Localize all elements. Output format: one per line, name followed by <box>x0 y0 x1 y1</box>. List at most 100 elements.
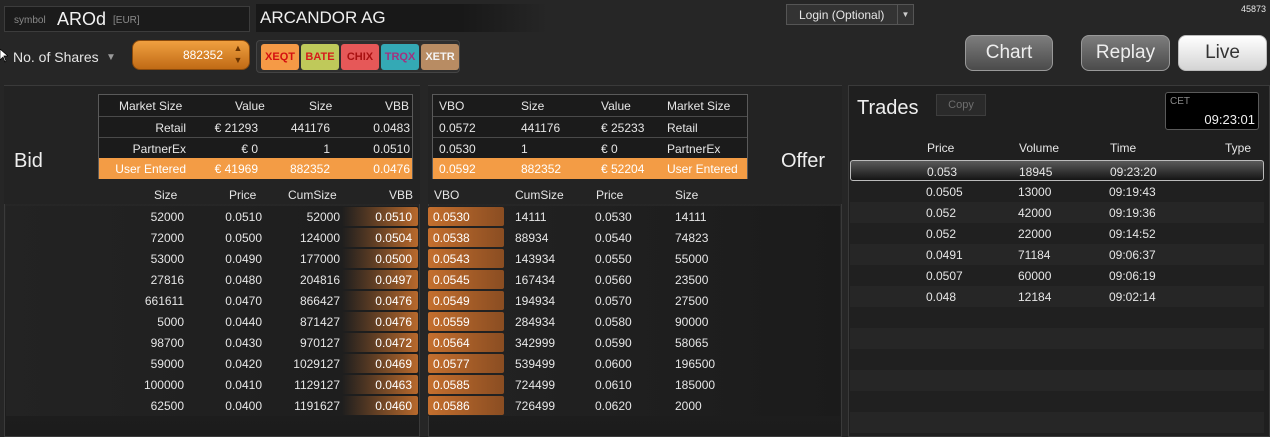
stepper-down-icon[interactable]: ▼ <box>231 55 245 67</box>
price-cell: 0.0430 <box>225 336 262 350</box>
chart-button[interactable]: Chart <box>965 35 1053 71</box>
company-name: ARCANDOR AG <box>260 8 386 27</box>
shares-value[interactable]: 882352 <box>183 48 223 62</box>
column-header: Market Size <box>119 99 183 113</box>
bid-summary-row-user-entered: User Entered € 41969 882352 0.0476 <box>99 158 412 179</box>
trade-time-cell: 09:19:36 <box>1109 206 1156 220</box>
column-header: VBB <box>389 188 414 202</box>
price-cell: 0.0480 <box>225 273 262 287</box>
bid-ladder-row[interactable]: 98700 0.0430 970127 0.0472 <box>6 332 418 353</box>
bid-ladder-row[interactable]: 72000 0.0500 124000 0.0504 <box>6 227 418 248</box>
bid-ladder-row[interactable]: 52000 0.0510 52000 0.0510 <box>6 206 418 227</box>
cumsize-cell: 871427 <box>299 315 340 329</box>
offer-ladder-row[interactable]: 0.0586 726499 0.0620 2000 <box>428 395 840 416</box>
offer-ladder-row[interactable]: 0.0530 14111 0.0530 14111 <box>428 206 840 227</box>
vbb-cell: 0.0476 <box>375 315 412 329</box>
offer-ladder-row[interactable]: 0.0545 167434 0.0560 23500 <box>428 269 840 290</box>
bid-summary-table: Market Size Value Size VBB Retail € 2129… <box>98 94 413 179</box>
empty-trade-row <box>850 370 1264 391</box>
vbo-cell: 0.0572 <box>439 121 476 135</box>
column-header: VBO <box>439 99 465 113</box>
exchange-button-bate[interactable]: BATE <box>301 44 339 70</box>
vbo-cell: 0.0530 <box>433 210 470 224</box>
bid-summary-row: Retail € 21293 441176 0.0483 <box>99 116 412 137</box>
exchange-button-xetr[interactable]: XETR <box>421 44 459 70</box>
cumsize-cell: 88934 <box>515 231 549 245</box>
offer-ladder-row[interactable]: 0.0559 284934 0.0580 90000 <box>428 311 840 332</box>
symbol-field[interactable]: symbol AROd [EUR] <box>4 6 250 32</box>
bid-summary-header: Market Size Value Size VBB <box>99 95 412 116</box>
bid-ladder-row[interactable]: 100000 0.0410 1129127 0.0463 <box>6 374 418 395</box>
trade-time-cell: 09:19:43 <box>1109 185 1156 199</box>
bid-ladder-row[interactable]: 27816 0.0480 204816 0.0497 <box>6 269 418 290</box>
vbb-cell: 0.0497 <box>375 273 412 287</box>
value-cell: € 0 <box>241 142 258 156</box>
vbb-cell: 0.0510 <box>375 210 412 224</box>
exchange-button-chix[interactable]: CHIX <box>341 44 379 70</box>
trade-time-cell: 09:02:14 <box>1109 290 1156 304</box>
market-size-cell: PartnerEx <box>132 142 186 156</box>
replay-button[interactable]: Replay <box>1081 35 1170 71</box>
exchange-button-xeqt[interactable]: XEQT <box>261 44 299 70</box>
size-cell: 882352 <box>289 162 330 176</box>
size-cell: 74823 <box>675 231 709 245</box>
size-cell: 27500 <box>675 294 709 308</box>
bid-ladder-row[interactable]: 5000 0.0440 871427 0.0476 <box>6 311 418 332</box>
shares-quantity-stepper[interactable]: 882352 ▲ ▼ <box>132 40 250 70</box>
cumsize-cell: 204816 <box>299 273 340 287</box>
offer-ladder-row[interactable]: 0.0577 539499 0.0600 196500 <box>428 353 840 374</box>
market-size-cell: Retail <box>155 121 186 135</box>
size-cell: 55000 <box>675 252 709 266</box>
stepper-up-icon[interactable]: ▲ <box>231 43 245 55</box>
bid-ladder-row[interactable]: 62500 0.0400 1191627 0.0460 <box>6 395 418 416</box>
symbol-value[interactable]: AROd <box>57 9 106 30</box>
column-header: Size <box>675 188 699 202</box>
size-cell: 441176 <box>521 121 561 135</box>
value-cell: € 21293 <box>214 121 258 135</box>
copy-button[interactable]: Copy <box>936 94 986 116</box>
vbo-cell: 0.0538 <box>433 231 470 245</box>
size-cell: 185000 <box>675 378 716 392</box>
bid-ladder-row[interactable]: 59000 0.0420 1029127 0.0469 <box>6 353 418 374</box>
cumsize-cell: 194934 <box>515 294 556 308</box>
trade-row[interactable]: 0.0505 13000 09:19:43 <box>850 181 1264 202</box>
offer-summary-table: VBO Size Value Market Size 0.0572 441176… <box>432 94 748 179</box>
trade-volume-cell: 12184 <box>1018 290 1052 304</box>
live-button[interactable]: Live <box>1178 35 1267 71</box>
cumsize-cell: 866427 <box>299 294 340 308</box>
login-select[interactable]: Login (Optional) ▼ <box>786 4 914 25</box>
trade-row[interactable]: 0.0507 60000 09:06:19 <box>850 265 1264 286</box>
size-cell: 53000 <box>150 252 184 266</box>
offer-ladder-row[interactable]: 0.0564 342999 0.0590 58065 <box>428 332 840 353</box>
offer-label: Offer <box>781 150 826 172</box>
cumsize-cell: 1129127 <box>294 378 340 392</box>
offer-ladder-row[interactable]: 0.0585 724499 0.0610 185000 <box>428 374 840 395</box>
chevron-down-icon[interactable]: ▼ <box>897 5 913 24</box>
bid-ladder-row[interactable]: 53000 0.0490 177000 0.0500 <box>6 248 418 269</box>
column-header: Size <box>521 99 545 113</box>
chevron-down-icon[interactable]: ▼ <box>106 52 116 63</box>
trade-row[interactable]: 0.052 22000 09:14:52 <box>850 223 1264 244</box>
vbo-cell: 0.0564 <box>433 336 470 350</box>
vbo-cell: 0.0549 <box>433 294 470 308</box>
size-cell: 441176 <box>290 121 330 135</box>
exchange-button-trqx[interactable]: TRQX <box>381 44 419 70</box>
symbol-prefix: symbol <box>14 15 46 26</box>
vbo-cell: 0.0577 <box>433 357 470 371</box>
trade-row[interactable]: 0.048 12184 09:02:14 <box>850 286 1264 307</box>
trade-time-cell: 09:06:37 <box>1109 248 1156 262</box>
offer-ladder-row[interactable]: 0.0549 194934 0.0570 27500 <box>428 290 840 311</box>
column-header: Market Size <box>667 99 731 113</box>
trade-row[interactable]: 0.0491 71184 09:06:37 <box>850 244 1264 265</box>
cumsize-cell: 1191627 <box>294 399 340 413</box>
trade-row[interactable]: 0.052 42000 09:19:36 <box>850 202 1264 223</box>
offer-ladder-row[interactable]: 0.0543 143934 0.0550 55000 <box>428 248 840 269</box>
trade-row-selected[interactable]: 0.053 18945 09:23:20 <box>850 160 1264 181</box>
bid-ladder-row[interactable]: 661611 0.0470 866427 0.0476 <box>6 290 418 311</box>
size-cell: 62500 <box>150 399 184 413</box>
column-header: Price <box>596 188 624 202</box>
offer-ladder-row[interactable]: 0.0538 88934 0.0540 74823 <box>428 227 840 248</box>
shares-mode-label[interactable]: No. of Shares <box>13 49 99 65</box>
price-cell: 0.0530 <box>595 210 632 224</box>
size-cell: 27816 <box>150 273 184 287</box>
